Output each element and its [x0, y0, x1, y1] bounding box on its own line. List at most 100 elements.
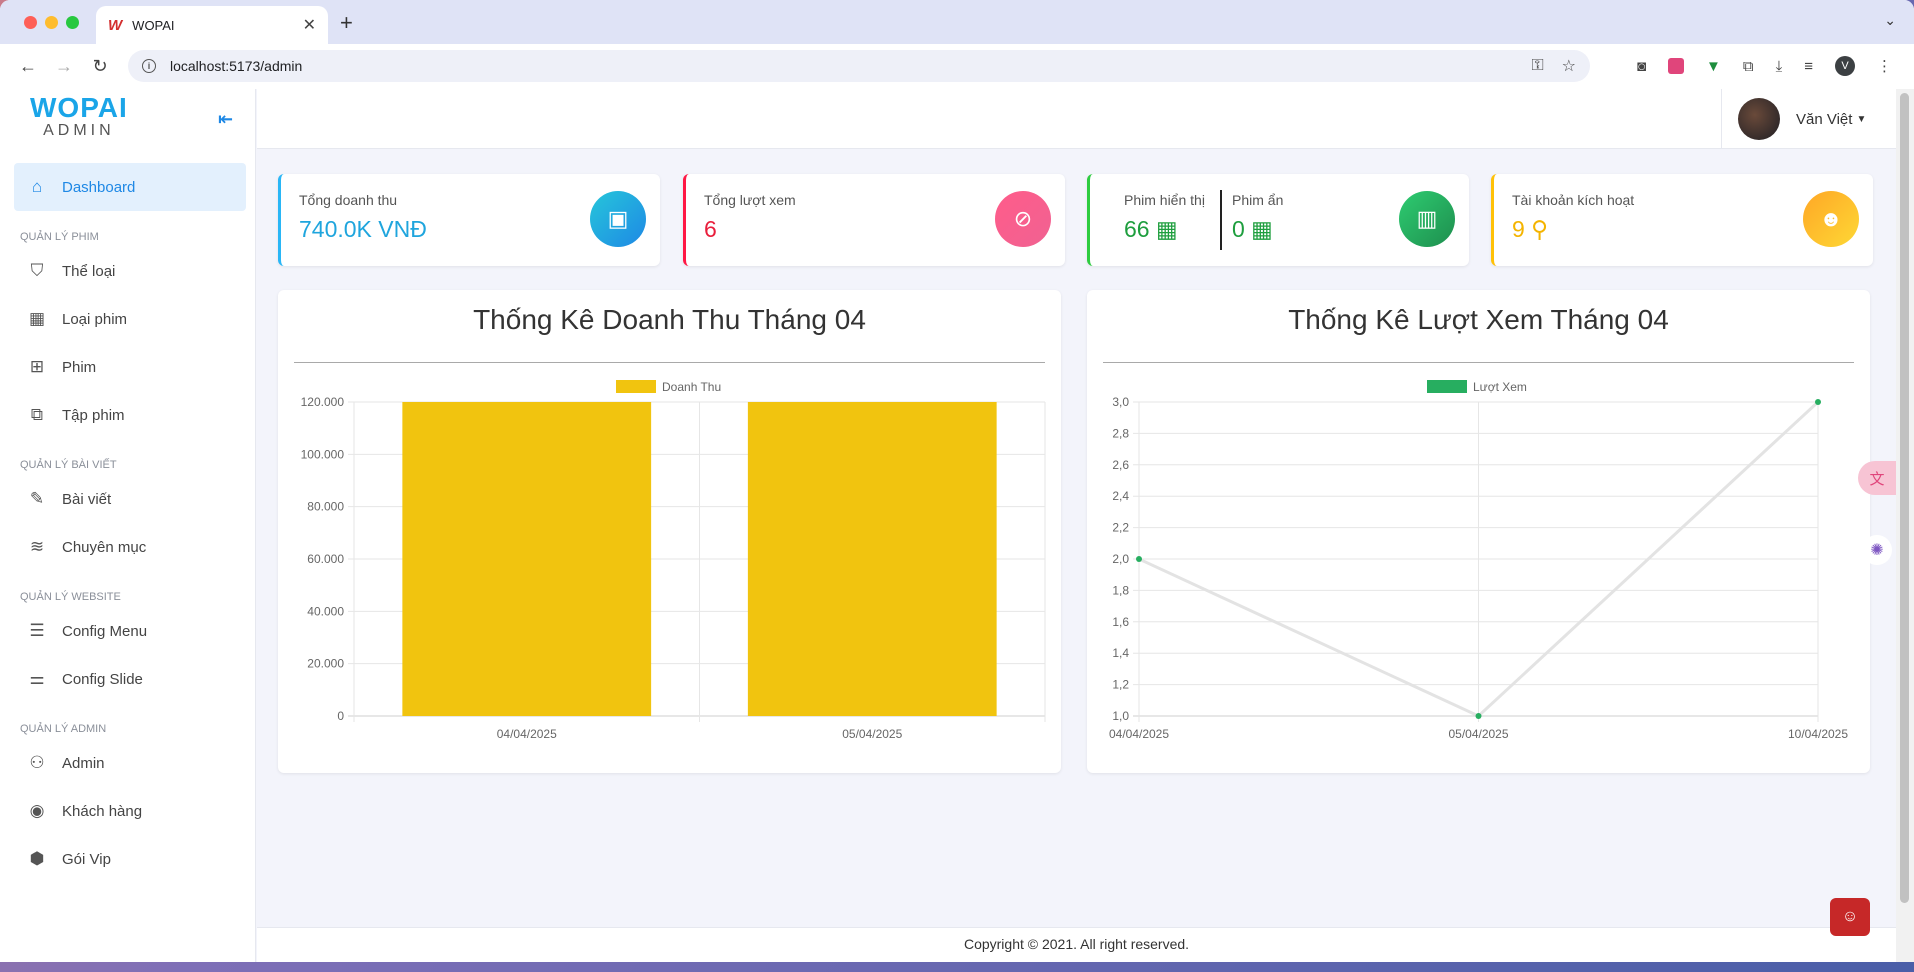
back-icon[interactable]: ← [14, 52, 42, 80]
y-tick-label: 100.000 [301, 447, 345, 461]
bar-chart-icon: ▥ [1399, 191, 1455, 247]
sidebar-item-genres[interactable]: ⛉ Thể loại [14, 247, 246, 295]
browser-toolbar: ← → ↻ i localhost:5173/admin ⚿ ☆ ◙ ▼ ⧉ ⤓… [0, 44, 1914, 88]
new-tab-button[interactable]: + [340, 10, 353, 36]
stat-value: 9 ⚲ [1512, 216, 1548, 243]
sidebar-item-config-menu[interactable]: ☰ Config Menu [14, 607, 246, 655]
sidebar-item-dashboard[interactable]: ⌂ Dashboard [14, 163, 246, 211]
sidebar-item-vip-packages[interactable]: ⬢ Gói Vip [14, 835, 246, 883]
sidebar-item-categories[interactable]: ≋ Chuyên mục [14, 523, 246, 571]
collapse-sidebar-icon[interactable]: ⇤ [218, 109, 233, 130]
translate-float-icon[interactable]: 文 [1858, 461, 1896, 495]
sidebar-item-customers[interactable]: ◉ Khách hàng [14, 787, 246, 835]
scrollbar-thumb[interactable] [1900, 93, 1909, 903]
sidebar-item-label: Phim [62, 358, 97, 376]
sidebar-item-label: Config Menu [62, 622, 148, 640]
divider [1220, 190, 1222, 250]
extensions-puzzle-icon[interactable]: ⧉ [1743, 58, 1754, 75]
x-tick-label: 04/04/2025 [497, 727, 557, 741]
sidebar-item-admin[interactable]: ⚇ Admin [14, 739, 246, 787]
views-chart-title: Thống Kê Lượt Xem Tháng 04 [1288, 304, 1669, 335]
camera-icon[interactable]: ◙ [1637, 58, 1646, 75]
password-key-icon[interactable]: ⚿ [1531, 57, 1543, 75]
stat-label: Tổng doanh thu [299, 192, 398, 208]
address-bar[interactable]: i localhost:5173/admin ⚿ ☆ [128, 50, 1590, 82]
reload-icon[interactable]: ↻ [86, 52, 114, 80]
y-tick-label: 1,0 [1112, 709, 1129, 723]
y-tick-label: 0 [337, 709, 344, 723]
sidebar-item-config-slide[interactable]: ⚌ Config Slide [14, 655, 246, 703]
data-point [1136, 556, 1142, 562]
brand-logo[interactable]: WOPAI ADMIN [30, 93, 128, 139]
sidebar-item-label: Admin [62, 754, 105, 772]
legend-label: Lượt Xem [1473, 380, 1527, 394]
sidebar-item-label: Loại phim [62, 310, 128, 328]
translate-extension-icon[interactable] [1668, 58, 1685, 74]
site-info-icon[interactable]: i [142, 59, 156, 73]
minimize-window-button[interactable] [45, 16, 58, 29]
user-menu[interactable]: Văn Việt ▼ [1721, 89, 1896, 149]
stat-value-shown: 66 ▦ [1124, 216, 1178, 243]
sidebar-item-posts[interactable]: ✎ Bài viết [14, 475, 246, 523]
stat-card-views: Tổng lượt xem 6 ⊘ [683, 174, 1065, 266]
download-icon[interactable]: ⤓ [1776, 58, 1783, 75]
edit-icon: ✎ [29, 489, 45, 508]
sidebar-item-label: Chuyên mục [62, 538, 147, 556]
list-icon: ☰ [29, 621, 45, 640]
tab-search-icon[interactable]: ⌄ [1884, 12, 1896, 29]
user-name: Văn Việt [1796, 110, 1853, 128]
profile-avatar[interactable]: V [1835, 56, 1855, 76]
y-tick-label: 2,2 [1112, 521, 1129, 535]
data-point [1475, 713, 1482, 719]
browser-menu-icon[interactable]: ⋮ [1877, 57, 1892, 75]
vue-devtools-icon[interactable]: ▼ [1706, 58, 1721, 75]
tab-strip: W WOPAI ✕ + ⌄ [0, 0, 1914, 44]
user-plus-icon: ⚇ [29, 753, 45, 772]
data-point [1815, 399, 1821, 405]
y-tick-label: 1,4 [1112, 646, 1129, 660]
sidebar-menu: ⌂ Dashboard QUẢN LÝ PHIM ⛉ Thể loại ▦ Lo… [0, 163, 256, 883]
window-controls [24, 16, 79, 29]
y-tick-label: 120.000 [301, 395, 345, 409]
video-camera-icon: ⧉ [30, 405, 44, 424]
maximize-window-button[interactable] [66, 16, 79, 29]
y-tick-label: 60.000 [307, 552, 344, 566]
y-tick-label: 1,8 [1112, 583, 1129, 597]
sidebar-item-movies[interactable]: ⊞ Phim [14, 343, 246, 391]
y-tick-label: 2,4 [1112, 489, 1129, 503]
browser-tab[interactable]: W WOPAI ✕ [96, 6, 328, 44]
revenue-chart-title: Thống Kê Doanh Thu Tháng 04 [473, 304, 866, 335]
close-window-button[interactable] [24, 16, 37, 29]
divider [1103, 362, 1854, 363]
brain-float-icon[interactable]: ✺ [1862, 535, 1892, 565]
y-tick-label: 2,6 [1112, 458, 1129, 472]
sidebar-item-label: Gói Vip [62, 850, 111, 868]
y-tick-label: 20.000 [307, 657, 344, 671]
bar [747, 402, 997, 716]
chatbot-icon[interactable]: ☺ [1830, 898, 1870, 936]
sidebar-item-label: Tập phim [62, 406, 125, 424]
reading-list-icon[interactable]: ≡ [1804, 58, 1813, 75]
page-scrollbar[interactable] [1896, 89, 1914, 962]
section-title-website: QUẢN LÝ WEBSITE [20, 591, 121, 603]
forward-icon[interactable]: → [50, 52, 78, 80]
wallet-icon: ▣ [590, 191, 646, 247]
film-icon: ▦ [1244, 216, 1273, 242]
bookmark-star-icon[interactable]: ☆ [1562, 56, 1576, 76]
tab-title: WOPAI [132, 17, 175, 33]
sidebar-item-episodes[interactable]: ⧉ Tập phim [14, 391, 246, 439]
tab-close-icon[interactable]: ✕ [303, 15, 316, 35]
stat-value-hidden: 0 ▦ [1232, 216, 1273, 243]
legend-swatch [1427, 380, 1467, 393]
user-group-icon: ☻ [1803, 191, 1859, 247]
admin-app: WOPAI ADMIN ⇤ ⌂ Dashboard QUẢN LÝ PHIM ⛉… [0, 89, 1914, 962]
grid-table-icon: ▦ [28, 309, 46, 328]
apps-icon: ⊞ [29, 357, 45, 376]
stat-value-hidden-number: 0 [1232, 216, 1245, 242]
package-icon: ⬢ [29, 849, 45, 868]
app-header: Văn Việt ▼ [257, 89, 1896, 149]
x-tick-label: 05/04/2025 [1448, 727, 1508, 741]
sidebar-item-movie-types[interactable]: ▦ Loại phim [14, 295, 246, 343]
section-title-admin: QUẢN LÝ ADMIN [20, 723, 107, 735]
footer: Copyright © 2021. All right reserved. [257, 927, 1896, 962]
